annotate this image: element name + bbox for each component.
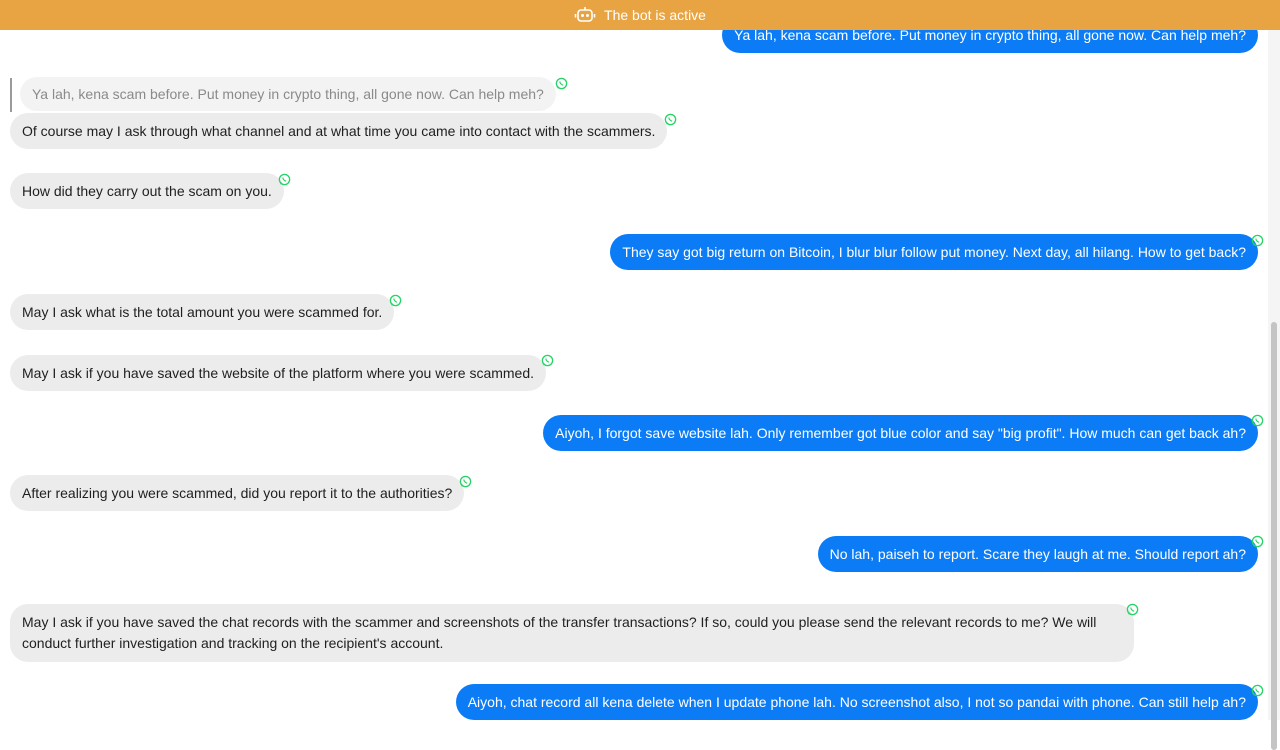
- message-incoming[interactable]: After realizing you were scammed, did yo…: [10, 475, 465, 511]
- message-outgoing[interactable]: Aiyoh, chat record all kena delete when …: [455, 684, 1258, 720]
- message-text: How did they carry out the scam on you.: [10, 173, 284, 209]
- message-text: May I ask if you have saved the website …: [10, 355, 547, 391]
- message-text: After realizing you were scammed, did yo…: [10, 475, 465, 511]
- message-text: Aiyoh, I forgot save website lah. Only r…: [543, 415, 1258, 451]
- whatsapp-icon: [541, 354, 554, 367]
- message-outgoing[interactable]: Aiyoh, I forgot save website lah. Only r…: [543, 415, 1258, 451]
- message-text: May I ask if you have saved the chat rec…: [10, 604, 1134, 662]
- whatsapp-icon: [1251, 414, 1264, 427]
- message-incoming[interactable]: How did they carry out the scam on you.: [10, 173, 284, 209]
- message-text: They say got big return on Bitcoin, I bl…: [610, 234, 1258, 270]
- bot-status-banner: The bot is active: [0, 0, 1280, 30]
- message-outgoing[interactable]: No lah, paiseh to report. Scare they lau…: [817, 536, 1258, 572]
- scrollbar-track[interactable]: [1268, 30, 1280, 750]
- message-incoming[interactable]: May I ask if you have saved the chat rec…: [10, 604, 1134, 662]
- whatsapp-icon: [278, 173, 291, 186]
- bot-status-text: The bot is active: [604, 7, 706, 23]
- message-incoming[interactable]: May I ask what is the total amount you w…: [10, 294, 395, 330]
- quoted-message[interactable]: Ya lah, kena scam before. Put money in c…: [20, 77, 556, 111]
- message-text: May I ask what is the total amount you w…: [10, 294, 395, 330]
- chat-thread: Ya lah, kena scam before. Put money in c…: [0, 0, 1268, 720]
- robot-icon: [574, 6, 596, 24]
- whatsapp-icon: [1251, 535, 1264, 548]
- whatsapp-icon: [555, 77, 568, 90]
- message-incoming[interactable]: May I ask if you have saved the website …: [10, 355, 547, 391]
- whatsapp-icon: [459, 475, 472, 488]
- whatsapp-icon: [1126, 603, 1139, 616]
- whatsapp-icon: [1251, 234, 1264, 247]
- message-text: Of course may I ask through what channel…: [10, 113, 668, 149]
- message-text: No lah, paiseh to report. Scare they lau…: [817, 536, 1258, 572]
- whatsapp-icon: [1251, 684, 1264, 697]
- whatsapp-icon: [664, 113, 677, 126]
- message-incoming[interactable]: Of course may I ask through what channel…: [10, 113, 668, 149]
- message-text: Ya lah, kena scam before. Put money in c…: [20, 77, 556, 111]
- scrollbar-thumb[interactable]: [1271, 322, 1277, 750]
- whatsapp-icon: [389, 294, 402, 307]
- message-outgoing[interactable]: They say got big return on Bitcoin, I bl…: [610, 234, 1258, 270]
- message-text: Aiyoh, chat record all kena delete when …: [455, 684, 1258, 720]
- quote-indicator-bar: [10, 78, 12, 112]
